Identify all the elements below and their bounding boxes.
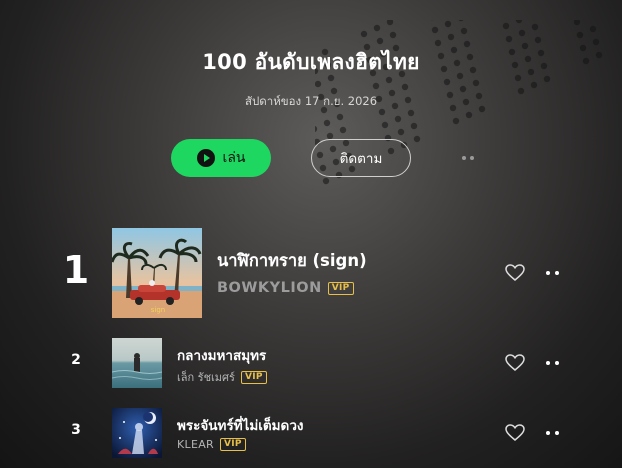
play-button-label: เล่น [222,150,246,166]
song-title[interactable]: นาฬิกาทราย (sign) [217,248,367,274]
song-artist[interactable]: เล็ก รัชเมศร์ [177,368,235,386]
song-rank: 1 [62,248,90,292]
more-icon[interactable] [546,430,564,436]
follow-button-label: ติดตาม [339,151,383,167]
song-rank: 3 [71,422,81,438]
more-options-icon[interactable] [457,150,479,166]
vip-badge: VIP [240,370,267,384]
song-artist[interactable]: BOWKYLION [217,280,322,296]
vip-badge: VIP [327,281,354,295]
song-rank: 2 [71,352,81,368]
play-button[interactable]: เล่น [171,139,271,177]
page-subtitle: สัปดาห์ของ 17 ก.ย. 2026 [244,94,378,108]
song-row-2[interactable]: 2 กลางมหาสมุทร เล็ก รัชเมศร์ VIP [0,338,622,388]
heart-icon[interactable] [505,424,525,442]
album-cover: sign [112,228,202,318]
song-artist[interactable]: KLEAR [177,438,214,451]
vip-badge: VIP [219,438,246,451]
svg-text:sign: sign [151,306,165,314]
song-title[interactable]: พระจันทร์ที่ไม่เต็มดวง [177,414,304,436]
song-row-3[interactable]: 3 พระจันทร์ที่ไม่เต็มดวง KLEAR VIP [0,408,622,458]
song-title[interactable]: กลางมหาสมุทร [177,344,266,366]
album-cover [112,338,162,388]
album-cover [112,408,162,458]
page-title: 100 อันดับเพลงฮิตไทย [202,50,420,74]
play-icon [196,149,215,167]
heart-icon[interactable] [505,264,525,282]
song-row-1[interactable]: 1 sign นาฬิกาทราย (sign) BOWKYLION VIP [0,228,622,318]
follow-button[interactable]: ติดตาม [311,139,411,177]
more-icon[interactable] [546,360,564,366]
more-icon[interactable] [546,270,564,276]
heart-icon[interactable] [505,354,525,372]
